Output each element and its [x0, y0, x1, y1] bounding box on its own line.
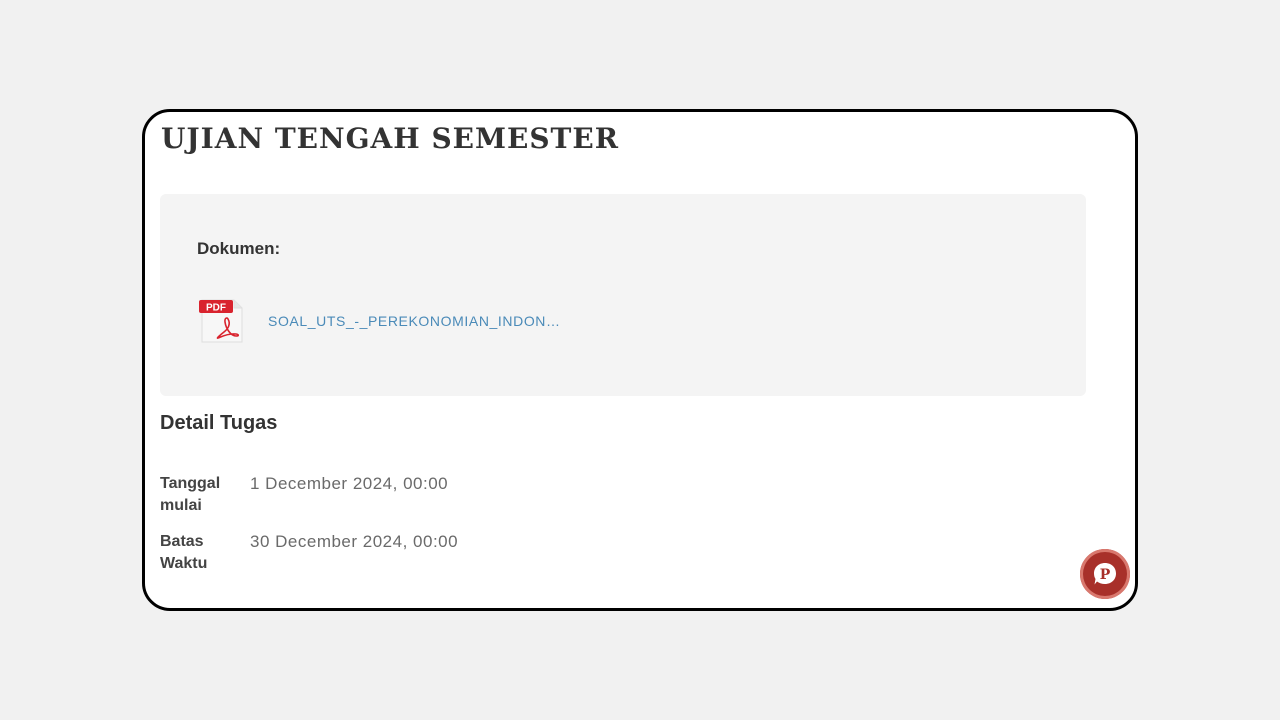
pdf-file-icon[interactable]: PDF [198, 298, 246, 344]
document-file-link[interactable]: PDF SOAL_UTS_-_PEREKONOMIAN_INDON… [198, 298, 561, 344]
detail-label: Batas Waktu [160, 533, 208, 572]
p-chat-icon: P [1094, 563, 1116, 585]
detail-row-start-date: Tanggal mulai 1 December 2024, 00:00 [160, 473, 458, 517]
detail-table: Tanggal mulai 1 December 2024, 00:00 Bat… [160, 473, 458, 575]
document-file-name[interactable]: SOAL_UTS_-_PEREKONOMIAN_INDON… [268, 313, 561, 329]
detail-label: Tanggal mulai [160, 475, 221, 514]
document-panel: Dokumen: PDF SOAL_UTS_-_PEREKONOMIAN_IND… [160, 194, 1086, 396]
chat-button[interactable]: P [1080, 549, 1130, 599]
page-title: UJIAN TENGAH SEMESTER [161, 122, 620, 155]
detail-heading: Detail Tugas [160, 412, 278, 434]
detail-value: 30 December 2024, 00:00 [250, 532, 459, 551]
chat-button-letter: P [1100, 567, 1111, 583]
pdf-badge-text: PDF [206, 303, 226, 314]
document-label: Dokumen: [197, 239, 281, 258]
detail-row-deadline: Batas Waktu 30 December 2024, 00:00 [160, 517, 458, 575]
assignment-card: UJIAN TENGAH SEMESTER Dokumen: PDF SOAL_… [142, 109, 1138, 611]
detail-value: 1 December 2024, 00:00 [250, 474, 449, 493]
